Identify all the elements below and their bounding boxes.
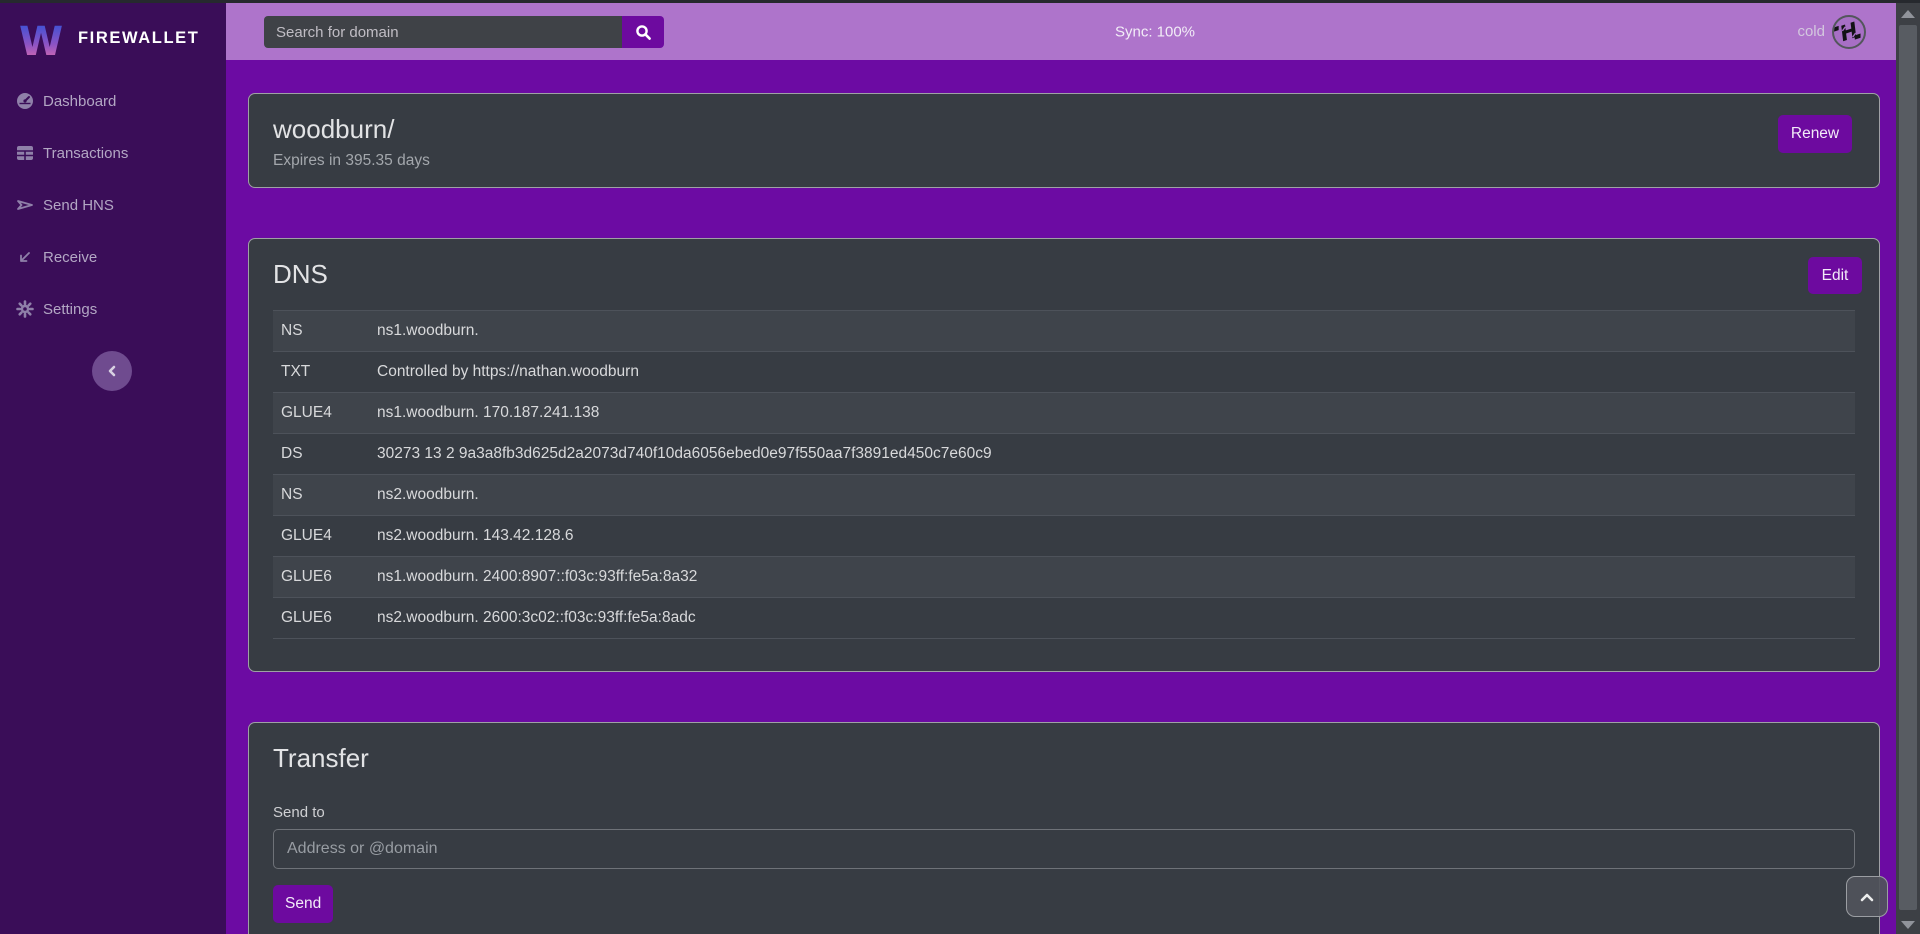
dns-record-value: ns1.woodburn. 2400:8907::f03c:93ff:fe5a:…: [369, 557, 1855, 598]
firewallet-logo-icon: W: [16, 15, 66, 61]
edit-dns-button[interactable]: Edit: [1808, 257, 1862, 294]
search-input[interactable]: [264, 16, 622, 48]
scroll-to-top-button[interactable]: [1846, 876, 1888, 917]
sync-status: Sync: 100%: [1115, 23, 1195, 40]
scrollbar-down-arrow-icon[interactable]: [1901, 921, 1915, 929]
dns-records-table: NS ns1.woodburn. TXT Controlled by https…: [273, 310, 1855, 639]
gear-icon: [16, 300, 34, 318]
sidebar-nav: Dashboard Transactions Send HNS Rece: [0, 81, 226, 341]
dns-record-value: 30273 13 2 9a3a8fb3d625d2a2073d740f10da6…: [369, 434, 1855, 475]
scrollbar-up-arrow-icon[interactable]: [1901, 10, 1915, 18]
chevron-left-icon: [105, 364, 119, 378]
receive-arrow-icon: [16, 248, 34, 266]
dns-record-row: GLUE4 ns2.woodburn. 143.42.128.6: [273, 516, 1855, 557]
dns-record-type: GLUE4: [273, 393, 369, 434]
dns-record-row: GLUE4 ns1.woodburn. 170.187.241.138: [273, 393, 1855, 434]
domain-card: woodburn/ Expires in 395.35 days Renew: [248, 93, 1880, 188]
domain-search: [264, 16, 664, 48]
domain-title: woodburn/: [273, 114, 1855, 145]
dns-record-value: ns2.woodburn.: [369, 475, 1855, 516]
renew-button[interactable]: Renew: [1778, 115, 1852, 153]
dns-record-row: NS ns1.woodburn.: [273, 311, 1855, 352]
sidebar-item-label: Settings: [43, 301, 97, 318]
sidebar-item-dashboard[interactable]: Dashboard: [0, 81, 226, 121]
sidebar-item-settings[interactable]: Settings: [0, 289, 226, 329]
dns-record-type: NS: [273, 311, 369, 352]
dns-record-value: ns1.woodburn. 170.187.241.138: [369, 393, 1855, 434]
transactions-table-icon: [16, 144, 34, 162]
dns-record-type: GLUE4: [273, 516, 369, 557]
search-icon: [635, 24, 652, 41]
search-button[interactable]: [622, 16, 664, 48]
dns-record-value: ns2.woodburn. 2600:3c02::f03c:93ff:fe5a:…: [369, 598, 1855, 639]
dns-record-type: DS: [273, 434, 369, 475]
wallet-name: cold: [1797, 23, 1825, 40]
dns-record-row: GLUE6 ns1.woodburn. 2400:8907::f03c:93ff…: [273, 557, 1855, 598]
chevron-up-icon: [1858, 891, 1876, 903]
dns-record-row: DS 30273 13 2 9a3a8fb3d625d2a2073d740f10…: [273, 434, 1855, 475]
svg-text:W: W: [19, 19, 63, 61]
topbar: Sync: 100% cold H: [226, 3, 1896, 60]
wallet-account-button[interactable]: cold H: [1797, 3, 1866, 60]
brand: W FIREWALLET: [0, 3, 226, 61]
dns-record-row: TXT Controlled by https://nathan.woodbur…: [273, 352, 1855, 393]
domain-expiry: Expires in 395.35 days: [273, 152, 1855, 170]
dns-record-row: GLUE6 ns2.woodburn. 2600:3c02::f03c:93ff…: [273, 598, 1855, 639]
dns-record-value: ns2.woodburn. 143.42.128.6: [369, 516, 1855, 557]
firewallet-app: W FIREWALLET Dashboard Transactions: [0, 3, 1920, 934]
sidebar: W FIREWALLET Dashboard Transactions: [0, 3, 226, 934]
dns-card: DNS Edit NS ns1.woodburn. TXT Controlled…: [248, 238, 1880, 672]
sidebar-item-send-hns[interactable]: Send HNS: [0, 185, 226, 225]
send-transfer-button[interactable]: Send: [273, 885, 333, 923]
sidebar-item-label: Send HNS: [43, 197, 114, 214]
dns-record-row: NS ns2.woodburn.: [273, 475, 1855, 516]
sidebar-item-transactions[interactable]: Transactions: [0, 133, 226, 173]
dns-record-type: GLUE6: [273, 598, 369, 639]
send-plane-icon: [16, 196, 34, 214]
main-content: woodburn/ Expires in 395.35 days Renew D…: [226, 60, 1896, 934]
transfer-card: Transfer Send to Send: [248, 722, 1880, 934]
svg-text:H: H: [1837, 17, 1862, 45]
dns-record-type: NS: [273, 475, 369, 516]
sidebar-item-label: Dashboard: [43, 93, 116, 110]
dns-record-value: ns1.woodburn.: [369, 311, 1855, 352]
dns-record-type: TXT: [273, 352, 369, 393]
sidebar-collapse-button[interactable]: [92, 351, 132, 391]
sidebar-item-label: Receive: [43, 249, 97, 266]
page-scrollbar[interactable]: [1896, 3, 1920, 934]
sidebar-item-label: Transactions: [43, 145, 128, 162]
transfer-address-input[interactable]: [273, 829, 1855, 869]
dashboard-gauge-icon: [16, 92, 34, 110]
sidebar-item-receive[interactable]: Receive: [0, 237, 226, 277]
dns-title: DNS: [273, 259, 1855, 290]
wallet-avatar-icon: H: [1832, 15, 1866, 49]
dns-record-value: Controlled by https://nathan.woodburn: [369, 352, 1855, 393]
scrollbar-thumb[interactable]: [1899, 25, 1917, 910]
dns-record-type: GLUE6: [273, 557, 369, 598]
brand-name: FIREWALLET: [78, 29, 199, 48]
send-to-label: Send to: [273, 804, 1855, 821]
transfer-title: Transfer: [273, 743, 1855, 774]
